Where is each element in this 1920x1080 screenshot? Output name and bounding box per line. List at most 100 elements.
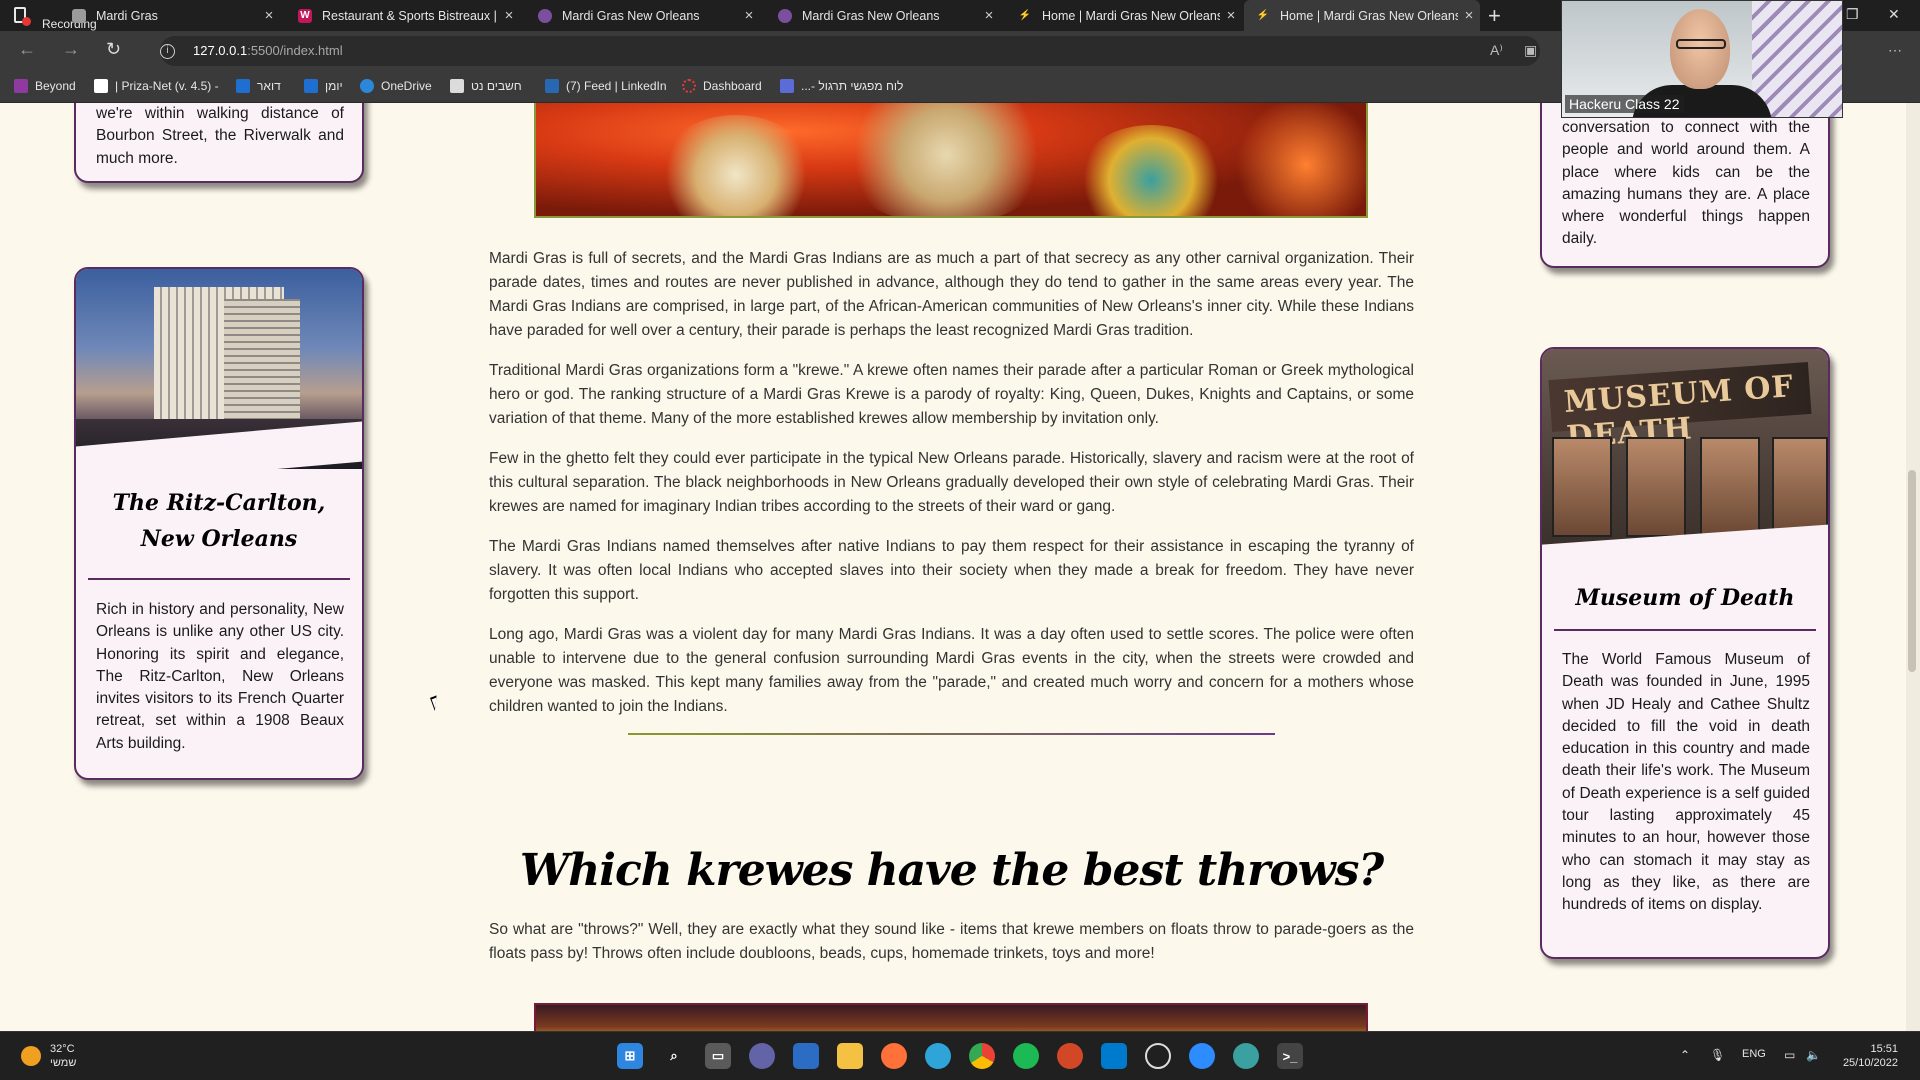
beadwork-shape xyxy=(1076,125,1226,216)
bookmark-calendar[interactable]: יומן xyxy=(304,79,343,93)
linkedin-icon xyxy=(545,79,559,93)
back-arrow-icon[interactable]: ← xyxy=(18,39,36,60)
reading-view-icon[interactable]: ▣ xyxy=(1524,42,1537,59)
mask-favicon-icon xyxy=(778,8,792,23)
read-aloud-icon[interactable]: A⁾ xyxy=(1490,42,1503,59)
more-menu-icon[interactable]: ⋯ xyxy=(1888,42,1902,59)
teams-chat-icon[interactable] xyxy=(749,1043,775,1069)
tab-home-mardi-gras-active[interactable]: ⚡ Home | Mardi Gras New Orleans × xyxy=(1244,0,1480,31)
bolt-favicon-icon: ⚡ xyxy=(1256,10,1270,21)
windows-start-icon[interactable]: ⊞ xyxy=(617,1043,643,1069)
close-tab-icon[interactable]: × xyxy=(1220,7,1242,24)
close-tab-icon[interactable]: × xyxy=(738,7,760,24)
windows-taskbar: 32°C שמשי ⊞ ⌕ ▭ >_ ⌃ 🎙 ENG ▭ 🔈 15:51 25/… xyxy=(0,1031,1920,1080)
bookmark-linkedin[interactable]: (7) Feed | LinkedIn xyxy=(545,79,667,93)
network-icon[interactable]: ▭ xyxy=(1784,1048,1795,1062)
card-divider xyxy=(1554,629,1816,631)
clock-date: 25/10/2022 xyxy=(1842,1057,1898,1069)
bolt-favicon-icon: ⚡ xyxy=(1018,10,1032,21)
chrome-icon[interactable] xyxy=(969,1043,995,1069)
bookmark-dashboard[interactable]: Dashboard xyxy=(682,79,762,93)
meeting-app-icon[interactable] xyxy=(1233,1043,1259,1069)
bookmark-priza-net[interactable]: | Priza-Net (v. 4.5) - xyxy=(94,79,219,93)
url-host: 127.0.0.1 xyxy=(193,43,248,58)
bookmark-label: (7) Feed | LinkedIn xyxy=(566,79,667,93)
bookmark-hashavim[interactable]: חשבים נט xyxy=(450,79,522,93)
outlook-mail-icon xyxy=(236,79,250,93)
close-tab-icon[interactable]: × xyxy=(978,7,1000,24)
restore-window-icon[interactable]: ❐ xyxy=(1846,6,1859,23)
window-shape xyxy=(1700,437,1760,537)
parade-floats-photo xyxy=(534,1003,1368,1031)
person-face xyxy=(1670,9,1730,89)
close-tab-icon[interactable]: × xyxy=(1458,7,1480,24)
weather-widget[interactable]: 32°C שמשי xyxy=(50,1042,76,1070)
close-tab-icon[interactable]: × xyxy=(258,7,280,24)
forward-arrow-icon[interactable]: → xyxy=(62,39,80,60)
tab-mardi-gras[interactable]: Mardi Gras × xyxy=(60,0,280,31)
new-tab-plus-icon[interactable]: + xyxy=(1488,3,1501,29)
clock-time: 15:51 xyxy=(1870,1043,1898,1055)
article-paragraph: Few in the ghetto felt they could ever p… xyxy=(489,450,1414,515)
tab-mardi-gras-new-orleans-2[interactable]: Mardi Gras New Orleans × xyxy=(766,0,1000,31)
firefox-icon[interactable] xyxy=(881,1043,907,1069)
spotify-icon[interactable] xyxy=(1013,1043,1039,1069)
bookmark-label: | Priza-Net (v. 4.5) - xyxy=(115,79,219,93)
bookmark-onedrive[interactable]: OneDrive xyxy=(360,79,432,93)
system-clock[interactable]: 15:51 25/10/2022 xyxy=(1836,1042,1898,1070)
article-paragraph: Traditional Mardi Gras organizations for… xyxy=(489,362,1414,427)
volume-icon[interactable]: 🔈 xyxy=(1806,1048,1821,1062)
clock-app-icon[interactable] xyxy=(1145,1043,1171,1069)
address-bar[interactable]: i 127.0.0.1:5500/index.html xyxy=(160,36,1540,66)
bookmark-beyond[interactable]: Beyond xyxy=(14,79,76,93)
task-view-icon[interactable]: ▭ xyxy=(705,1043,731,1069)
mardi-gras-indian-costume-photo xyxy=(534,103,1368,218)
url-path: :5500/index.html xyxy=(247,43,343,58)
tab-home-mardi-gras-1[interactable]: ⚡ Home | Mardi Gras New Orleans × xyxy=(1006,0,1242,31)
tab-title: Mardi Gras xyxy=(96,8,158,23)
card-text: Rich in history and personality, New Orl… xyxy=(96,601,344,752)
tab-mardi-gras-new-orleans-1[interactable]: Mardi Gras New Orleans × xyxy=(526,0,760,31)
bookmark-label: חשבים נט xyxy=(471,79,522,93)
scrollbar-thumb[interactable] xyxy=(1908,470,1916,672)
card-hotel-previous: we're within walking distance of Bourbon… xyxy=(74,103,364,183)
file-explorer-icon[interactable] xyxy=(837,1043,863,1069)
article-paragraph: Long ago, Mardi Gras was a violent day f… xyxy=(489,626,1414,715)
page-viewport: we're within walking distance of Bourbon… xyxy=(0,103,1920,1031)
card-divider xyxy=(88,578,350,580)
bookmark-label: OneDrive xyxy=(381,79,432,93)
language-indicator[interactable]: ENG xyxy=(1742,1048,1766,1060)
museum-sign: MUSEUM OF DEATH xyxy=(1548,361,1812,455)
microsoft-store-icon[interactable] xyxy=(793,1043,819,1069)
edge-icon[interactable] xyxy=(925,1043,951,1069)
microphone-icon[interactable]: 🎙 xyxy=(1710,1048,1725,1062)
card-ritz-carlton[interactable]: The Ritz-Carlton, New Orleans Rich in hi… xyxy=(74,267,364,780)
bookmark-practice-board[interactable]: ...- לוח מפגשי תרגול xyxy=(780,79,903,93)
vscode-icon[interactable] xyxy=(1101,1043,1127,1069)
tab-restaurant[interactable]: W Restaurant & Sports Bistreaux | W × xyxy=(286,0,520,31)
terminal-icon[interactable]: >_ xyxy=(1277,1043,1303,1069)
bookmark-mail[interactable]: דואר xyxy=(236,79,281,93)
show-hidden-icons-icon[interactable]: ⌃ xyxy=(1680,1048,1690,1062)
window-shape xyxy=(1552,437,1612,537)
calendar-icon xyxy=(304,79,318,93)
search-icon[interactable]: ⌕ xyxy=(661,1043,687,1069)
card-text: we're within walking distance of Bourbon… xyxy=(96,105,344,167)
bookmark-label: דואר xyxy=(257,79,281,93)
section-heading: Which krewes have the best throws? xyxy=(519,845,1384,896)
zoom-icon[interactable] xyxy=(1189,1043,1215,1069)
weather-temperature: 32°C xyxy=(50,1043,75,1055)
sun-weather-icon[interactable] xyxy=(21,1046,41,1066)
card-title: The Ritz-Carlton, New Orleans xyxy=(112,490,326,552)
recording-dot-icon xyxy=(22,17,31,26)
beadwork-shape xyxy=(656,115,816,216)
powerpoint-icon[interactable] xyxy=(1057,1043,1083,1069)
reload-icon[interactable]: ↻ xyxy=(106,39,121,60)
site-info-icon[interactable]: i xyxy=(160,44,175,59)
card-museum-of-death[interactable]: MUSEUM OF DEATH Museum of Death The Worl… xyxy=(1540,347,1830,959)
feather-shape xyxy=(1236,103,1366,216)
card-title: Museum of Death xyxy=(1575,585,1795,611)
main-article: Mardi Gras is full of secrets, and the M… xyxy=(489,247,1414,735)
close-tab-icon[interactable]: × xyxy=(498,7,520,24)
close-window-icon[interactable]: ✕ xyxy=(1888,6,1900,23)
